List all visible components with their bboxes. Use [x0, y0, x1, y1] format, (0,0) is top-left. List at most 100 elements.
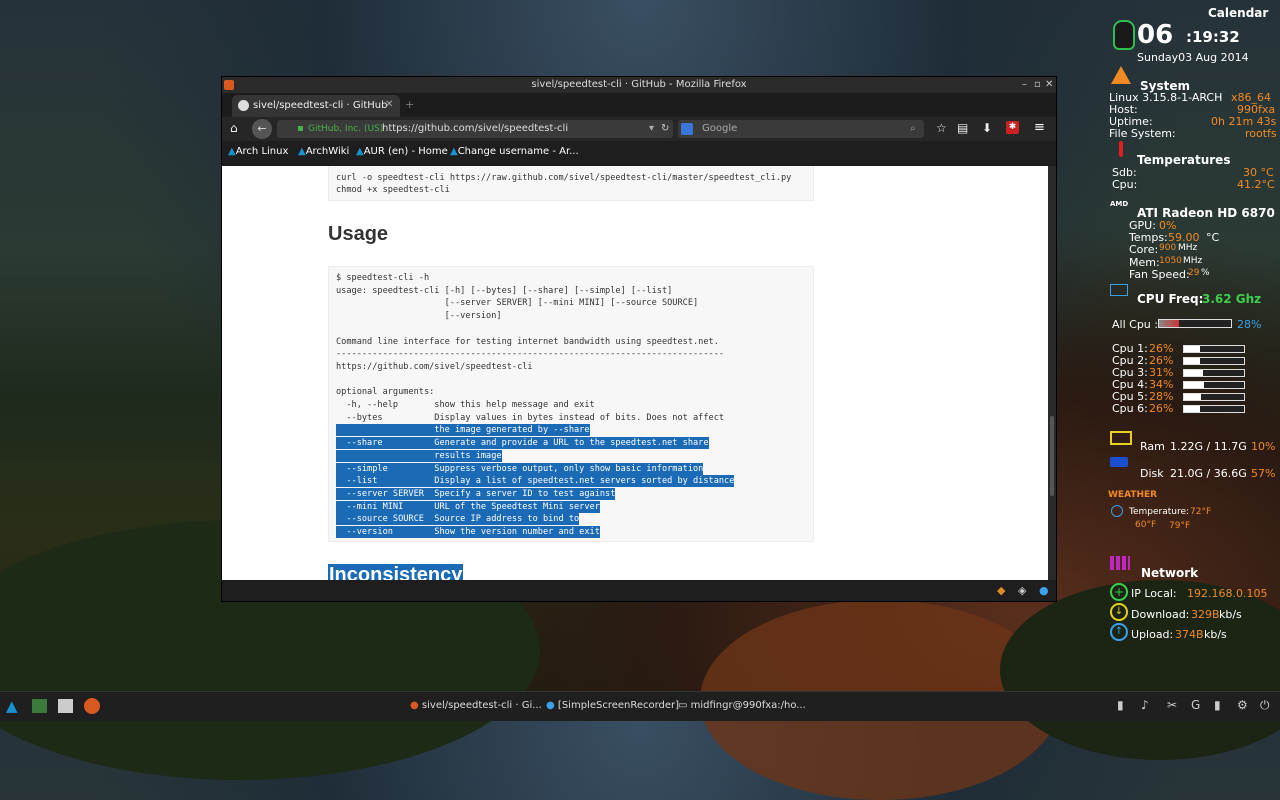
url-bar[interactable]: ▪ GitHub, Inc. (US) https://github.com/s…	[277, 120, 673, 138]
maximize-icon[interactable]: ▫	[1034, 77, 1041, 93]
system-fs-label: File System:	[1109, 127, 1176, 140]
temp-cpu: 41.2°C	[1237, 178, 1275, 191]
cpu-core-bar	[1183, 393, 1245, 401]
addon-icon[interactable]: ✱	[1006, 121, 1019, 134]
cpu-core-bar	[1183, 405, 1245, 413]
gpu-header: ATI Radeon HD 6870	[1137, 206, 1275, 220]
code-line: --version Show the version number and ex…	[336, 526, 600, 538]
downloads-icon[interactable]: ⬇	[982, 121, 992, 135]
penguin-icon	[1113, 20, 1135, 50]
gpu-fan-label: Fan Speed:	[1129, 268, 1190, 281]
site-identity: GitHub, Inc. (US)	[308, 124, 384, 134]
reload-icon[interactable]: ↻	[661, 120, 669, 138]
cpu-core-bar	[1183, 357, 1245, 365]
code-line: --bytes Display values in bytes instead …	[336, 412, 725, 423]
code-line: --source SOURCE Source IP address to bin…	[336, 513, 580, 526]
bookmarks-menu-icon[interactable]: ▤	[957, 121, 968, 135]
launcher-files-icon[interactable]	[58, 699, 73, 713]
bookmarks-toolbar: ▲Arch Linux ▲ArchWiki ▲AUR (en) - Home ▲…	[222, 141, 1056, 165]
search-icon[interactable]: ⌕	[910, 120, 916, 138]
scrollbar-thumb[interactable]	[1050, 416, 1054, 496]
all-cpu-value: 28%	[1237, 318, 1262, 331]
arch-menu-icon[interactable]: ▲	[6, 697, 18, 715]
code-line: ----------------------------------------…	[336, 349, 725, 360]
firefox-app-icon	[224, 80, 234, 90]
gpu-core-label: Core:	[1129, 243, 1159, 256]
addon-fox-icon[interactable]: ◆	[997, 584, 1005, 597]
identity-lock-icon: ▪	[297, 123, 304, 134]
recorder-task-icon: ●	[546, 700, 555, 711]
history-dropdown-icon[interactable]: ▾	[649, 120, 654, 138]
addon-globe-icon[interactable]: ●	[1039, 584, 1049, 597]
minimize-icon[interactable]: –	[1022, 77, 1027, 93]
code-line: [--server SERVER] [--mini MINI] [--sourc…	[336, 298, 699, 309]
google-tray-icon[interactable]: G	[1191, 698, 1200, 712]
code-line: --mini MINI URL of the Speedtest Mini se…	[336, 500, 600, 513]
url-text[interactable]: https://github.com/sivel/speedtest-cli	[382, 120, 568, 138]
code-line: the image generated by --share	[336, 424, 590, 437]
page-content: curl -o speedtest-cli https://raw.github…	[222, 166, 1048, 580]
volume-icon[interactable]: ♪	[1141, 698, 1149, 712]
upload-unit: kb/s	[1204, 628, 1227, 641]
tab-strip: sivel/speedtest-cli · GitHub ✕ +	[222, 93, 1056, 117]
bookmark-archwiki[interactable]: ▲ArchWiki	[298, 146, 349, 157]
bookmark-change-username[interactable]: ▲Change username - Ar...	[450, 146, 579, 157]
search-bar[interactable]: Google ⌕	[678, 120, 924, 138]
download-icon: ↓	[1110, 603, 1128, 621]
clipboard-icon[interactable]: ▮	[1117, 698, 1124, 712]
upload-icon: ↑	[1110, 623, 1128, 641]
bookmark-arch-linux[interactable]: ▲Arch Linux	[228, 146, 288, 157]
gpu-fan: 29	[1188, 268, 1200, 278]
disk-label: Disk	[1140, 467, 1164, 480]
arch-bookmark-icon: ▲	[356, 146, 364, 157]
addon-bar: ◆ ◈ ●	[222, 580, 1056, 601]
code-line: $ speedtest-cli -h	[336, 273, 430, 283]
google-engine-icon[interactable]	[681, 123, 693, 135]
network-tray-icon[interactable]: ▮	[1214, 698, 1221, 712]
bookmark-aur[interactable]: ▲AUR (en) - Home	[356, 146, 448, 157]
home-icon[interactable]: ⌂	[230, 121, 238, 135]
cpu-core-bar	[1183, 345, 1245, 353]
conky-panel: Calendar 06 :19:32 Sunday03 Aug 2014 Sys…	[1100, 0, 1280, 690]
launcher-terminal-icon[interactable]	[32, 699, 47, 713]
task-firefox[interactable]: ● sivel/speedtest-cli · Gi...	[410, 700, 542, 711]
code-line: --share Generate and provide a URL to th…	[336, 437, 709, 450]
window-title: sivel/speedtest-cli · GitHub - Mozilla F…	[531, 79, 747, 90]
gpu-temps-unit: °C	[1206, 231, 1220, 244]
system-fs: rootfs	[1245, 127, 1277, 140]
cpu-core-bar	[1183, 369, 1245, 377]
page-scrollbar[interactable]	[1048, 166, 1056, 580]
screenshot-icon[interactable]: ✂	[1167, 698, 1177, 712]
tab-close-icon[interactable]: ✕	[385, 99, 393, 110]
back-icon[interactable]: ←	[252, 119, 272, 139]
launcher-firefox-icon[interactable]	[84, 698, 100, 714]
arch-bookmark-icon: ▲	[298, 146, 306, 157]
code-line: [--version]	[336, 311, 502, 322]
navigation-toolbar: ⌂ ← ▪ GitHub, Inc. (US) https://github.c…	[222, 117, 1056, 141]
close-window-icon[interactable]: ✕	[1045, 77, 1053, 93]
clock-date: Sunday03 Aug 2014	[1137, 51, 1249, 64]
thermometer-icon	[1119, 141, 1123, 157]
tab-github[interactable]: sivel/speedtest-cli · GitHub ✕	[232, 95, 400, 117]
new-tab-icon[interactable]: +	[405, 98, 414, 111]
code-line: chmod +x speedtest-cli	[336, 185, 450, 195]
terminal-task-icon: ▭	[678, 700, 688, 711]
power-icon[interactable]: ⏻	[1260, 698, 1270, 713]
task-terminal[interactable]: ▭ midfingr@990fxa:/ho...	[678, 700, 806, 711]
window-titlebar[interactable]: sivel/speedtest-cli · GitHub - Mozilla F…	[222, 77, 1056, 93]
gpu-mem-unit: MHz	[1183, 256, 1203, 266]
calendar-label: Calendar	[1208, 6, 1269, 20]
clock-rest: :19:32	[1186, 28, 1240, 46]
firefox-task-icon: ●	[410, 700, 419, 711]
search-input[interactable]: Google	[702, 120, 737, 138]
menu-hamburger-icon[interactable]: ≡	[1034, 120, 1045, 135]
temperatures-header: Temperatures	[1137, 153, 1231, 167]
download-label: Download:	[1131, 608, 1190, 621]
settings-gear-icon[interactable]: ⚙	[1237, 698, 1248, 712]
disk-percent: 57%	[1251, 467, 1276, 480]
addon-shield-icon[interactable]: ◈	[1018, 584, 1026, 597]
bookmark-star-icon[interactable]: ☆	[936, 121, 947, 135]
cpu-freq: 3.62 Ghz	[1202, 292, 1262, 306]
task-screen-recorder[interactable]: ● [SimpleScreenRecorder]	[546, 700, 679, 711]
download-value: 329B	[1191, 608, 1220, 621]
